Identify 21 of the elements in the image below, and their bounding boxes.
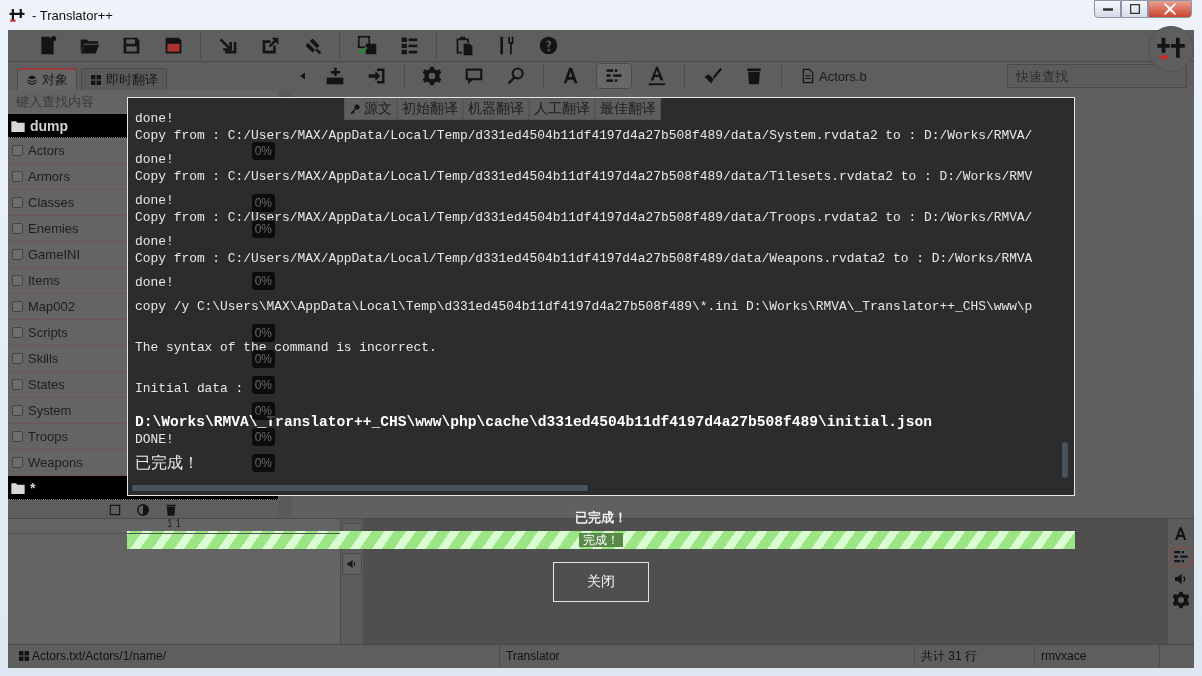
status-game-type: rmvxace <box>1041 649 1087 663</box>
status-engine: Translator <box>506 649 560 663</box>
console-line: Copy from : C:/Users/MAX/AppData/Local/Temp/d331ed4504b11df4197d4a27b508f489/data/Tilesets.rvdata2 to : D:/Works/RMV <box>135 168 1033 185</box>
console-line: done! <box>135 151 174 168</box>
folder-name: * <box>30 479 36 496</box>
folder-name: dump <box>30 117 69 134</box>
console-line: done! <box>135 274 174 291</box>
console-line: Initial data : <box>135 380 244 397</box>
console-line: Copy from : C:/Users/MAX/AppData/Local/Temp/d331ed4504b11df4197d4a27b508f489/data/Weapons.rvdata2 to : D:/Works/RMVA <box>135 250 1033 267</box>
status-path: Actors.txt/Actors/1/name/ <box>32 649 167 663</box>
progress-label: 完成！ <box>579 533 623 547</box>
console-line: done! <box>135 110 174 127</box>
console-line: done! <box>135 233 174 250</box>
console-line: 已完成！ <box>135 452 199 474</box>
window-title: - Translator++ <box>32 7 113 23</box>
console-line: copy /y C:\Users\MAX\AppData\Local\Temp\d331ed4504b11df4197d4a27b508f489\*.ini D:\Works\RMVA\_Translator++_CHS\www\p <box>135 298 1033 315</box>
console-line: Copy from : C:/Users/MAX/AppData/Local/Temp/d331ed4504b11df4197d4a27b508f489/data/System.rvdata2 to : D:/Works/RMVA/ <box>135 127 1033 144</box>
console-line: DONE! <box>135 431 174 448</box>
status-message: 已完成！ <box>575 509 627 527</box>
status-count: 共计 31 行 <box>921 647 977 665</box>
console-line: done! <box>135 192 174 209</box>
